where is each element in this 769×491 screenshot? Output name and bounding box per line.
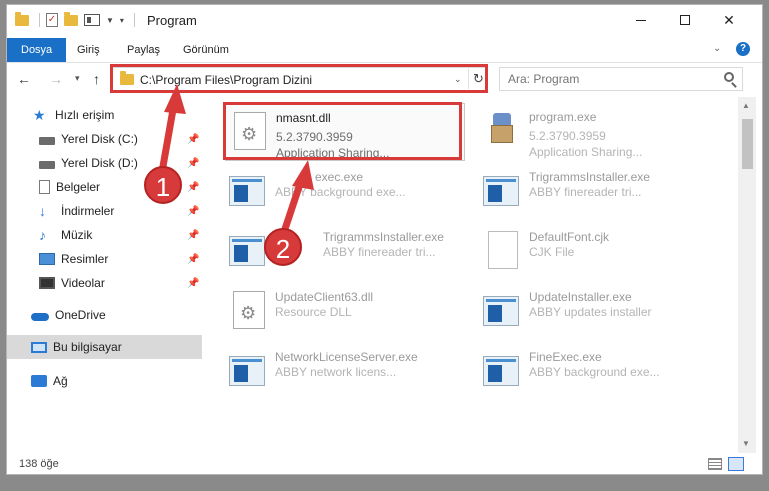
step-2-badge: 2	[264, 228, 302, 266]
arrow-1-head	[164, 84, 186, 114]
step-1-badge: 1	[144, 166, 182, 204]
annotation-arrows	[158, 84, 314, 234]
arrow-1-shaft	[158, 103, 178, 173]
arrow-2-head	[292, 160, 314, 190]
